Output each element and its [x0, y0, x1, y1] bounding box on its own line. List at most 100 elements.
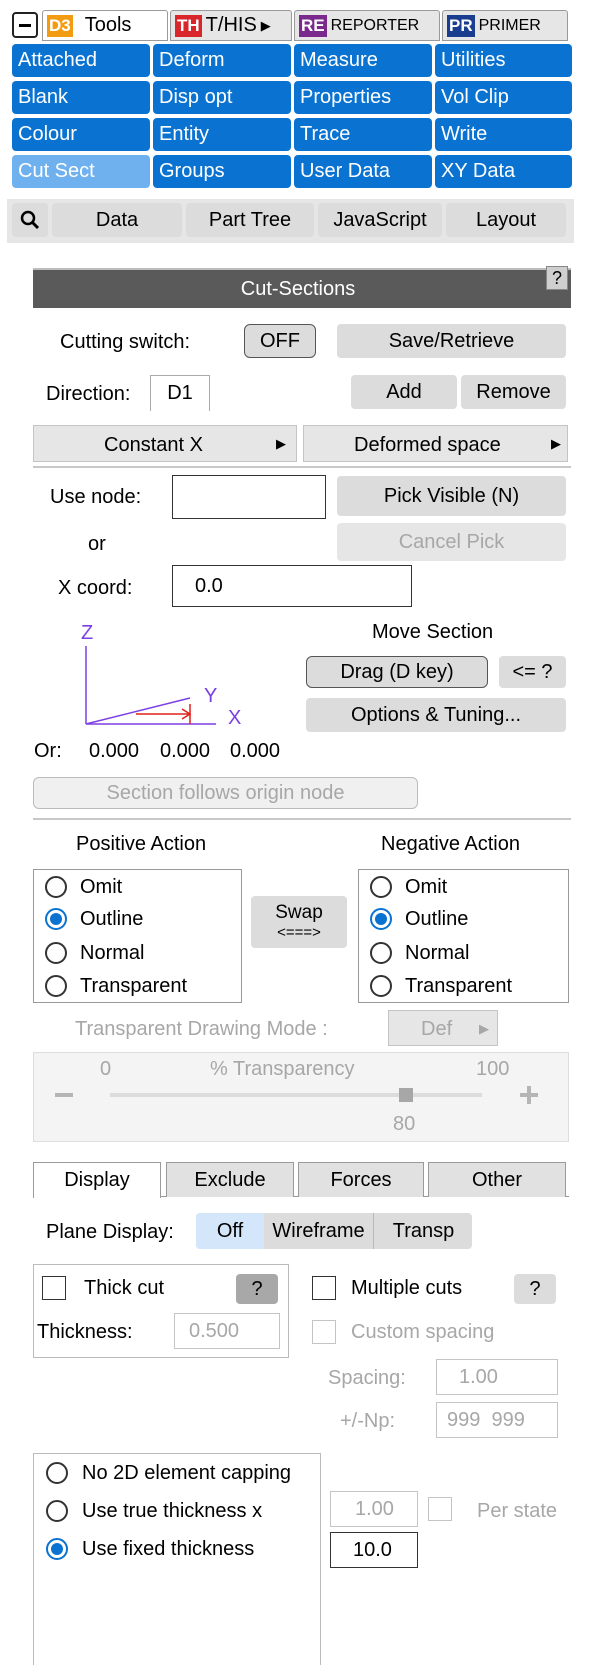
plus-icon[interactable]: [520, 1086, 538, 1104]
layout-button[interactable]: Layout: [446, 203, 566, 237]
section-follows-origin-button[interactable]: Section follows origin node: [33, 777, 418, 809]
positive-outline-radio[interactable]: [45, 908, 67, 930]
divider: [33, 818, 571, 820]
minimize-button[interactable]: [12, 12, 38, 38]
tab-other[interactable]: Other: [428, 1162, 566, 1197]
positive-transparent-label: Transparent: [80, 975, 188, 997]
le-button[interactable]: <= ?: [499, 656, 566, 688]
positive-normal-radio[interactable]: [45, 942, 67, 964]
move-section-label: Move Section: [372, 621, 494, 643]
menu-trace[interactable]: Trace: [294, 118, 432, 151]
origin-x: 0.000: [89, 740, 140, 762]
swap-button[interactable]: Swap <===>: [251, 896, 347, 948]
tab-tools[interactable]: D3 Tools: [42, 10, 168, 41]
spacing-label: Spacing:: [328, 1367, 406, 1389]
menu-write[interactable]: Write: [435, 118, 572, 151]
pick-visible-button[interactable]: Pick Visible (N): [337, 476, 566, 516]
remove-button[interactable]: Remove: [461, 375, 566, 409]
fixed-thickness-label: Use fixed thickness: [82, 1538, 255, 1560]
tab-forces[interactable]: Forces: [298, 1162, 424, 1197]
cutting-switch-toggle[interactable]: OFF: [244, 324, 316, 358]
true-thickness-radio[interactable]: [46, 1500, 68, 1522]
negative-normal-radio[interactable]: [370, 942, 392, 964]
positive-omit-radio[interactable]: [45, 876, 67, 898]
thickness-input[interactable]: 0.500: [174, 1313, 280, 1349]
custom-spacing-checkbox[interactable]: [312, 1320, 336, 1344]
plane-option-transp[interactable]: Transp: [375, 1213, 472, 1249]
search-button[interactable]: [12, 203, 48, 237]
help-button[interactable]: ?: [546, 266, 568, 290]
axis-y-label: Y: [204, 685, 218, 707]
fixed-thickness-input[interactable]: 10.0: [330, 1532, 418, 1568]
thick-cut-help-button[interactable]: ?: [236, 1274, 278, 1304]
part-tree-button[interactable]: Part Tree: [186, 203, 314, 237]
direction-tab[interactable]: D1: [150, 375, 210, 411]
data-button[interactable]: Data: [52, 203, 182, 237]
menu-cut-sect[interactable]: Cut Sect: [12, 155, 150, 188]
options-tuning-button[interactable]: Options & Tuning...: [306, 698, 566, 732]
minus-icon[interactable]: [55, 1093, 73, 1097]
panel-title: Cut-Sections: [240, 278, 356, 300]
positive-outline-label: Outline: [80, 908, 144, 930]
multiple-cuts-help-button[interactable]: ?: [514, 1274, 556, 1304]
pr-logo-icon: PR: [447, 14, 475, 37]
save-retrieve-button[interactable]: Save/Retrieve: [337, 324, 566, 358]
np-input[interactable]: 999 999: [436, 1402, 558, 1438]
negative-outline-radio[interactable]: [370, 908, 392, 930]
menu-utilities[interactable]: Utilities: [435, 44, 572, 77]
menu-user-data[interactable]: User Data: [294, 155, 432, 188]
tab-exclude[interactable]: Exclude: [166, 1162, 294, 1197]
menu-groups[interactable]: Groups: [153, 155, 291, 188]
thick-cut-checkbox[interactable]: [42, 1276, 66, 1300]
tab-this[interactable]: TH T/HIS ▶: [170, 10, 292, 41]
x-coord-input[interactable]: 0.0: [172, 565, 412, 607]
fixed-thickness-radio[interactable]: [46, 1538, 68, 1560]
transparent-mode-dropdown[interactable]: Def ▶: [388, 1010, 498, 1046]
positive-transparent-radio[interactable]: [45, 975, 67, 997]
d3-logo-icon: D3: [47, 14, 73, 37]
cancel-pick-button[interactable]: Cancel Pick: [337, 523, 566, 561]
negative-outline-label: Outline: [405, 908, 469, 930]
add-button[interactable]: Add: [351, 375, 457, 409]
origin-z: 0.000: [230, 740, 281, 762]
plane-option-wireframe[interactable]: Wireframe: [264, 1213, 374, 1249]
space-dropdown[interactable]: Deformed space ▶: [303, 425, 568, 462]
spacing-input[interactable]: 1.00: [436, 1359, 558, 1395]
menu-disp-opt[interactable]: Disp opt: [153, 81, 291, 114]
negative-omit-radio[interactable]: [370, 876, 392, 898]
tab-primer[interactable]: PR PRIMER: [442, 10, 568, 41]
drag-button[interactable]: Drag (D key): [306, 656, 488, 688]
plane-option-off[interactable]: Off: [196, 1213, 264, 1249]
javascript-button[interactable]: JavaScript: [318, 203, 442, 237]
multiple-cuts-checkbox[interactable]: [312, 1276, 336, 1300]
tab-reporter[interactable]: RE REPORTER: [294, 10, 440, 41]
re-logo-icon: RE: [299, 14, 327, 37]
tab-display[interactable]: Display: [33, 1162, 161, 1198]
menu-vol-clip[interactable]: Vol Clip: [435, 81, 572, 114]
menu-colour[interactable]: Colour: [12, 118, 150, 151]
true-thickness-input[interactable]: 1.00: [330, 1491, 418, 1527]
negative-normal-label: Normal: [405, 942, 470, 964]
axis-x-label: X: [228, 707, 242, 729]
transparency-thumb[interactable]: [399, 1088, 413, 1102]
custom-spacing-label: Custom spacing: [351, 1321, 495, 1343]
constant-dropdown[interactable]: Constant X ▶: [33, 425, 297, 462]
menu-xy-data[interactable]: XY Data: [435, 155, 572, 188]
true-thickness-label: Use true thickness x: [82, 1500, 263, 1522]
transparency-track[interactable]: [110, 1093, 482, 1097]
menu-deform[interactable]: Deform: [153, 44, 291, 77]
menu-blank[interactable]: Blank: [12, 81, 150, 114]
menu-measure[interactable]: Measure: [294, 44, 432, 77]
use-node-label: Use node:: [50, 486, 142, 508]
menu-entity[interactable]: Entity: [153, 118, 291, 151]
menu-attached[interactable]: Attached: [12, 44, 150, 77]
per-state-checkbox[interactable]: [428, 1497, 452, 1521]
negative-action-label: Negative Action: [381, 833, 520, 855]
menu-properties[interactable]: Properties: [294, 81, 432, 114]
search-icon: [20, 210, 40, 230]
use-node-input[interactable]: [172, 475, 326, 519]
multiple-cuts-label: Multiple cuts: [351, 1277, 463, 1299]
menu-grid: Attached Deform Measure Utilities Blank …: [12, 44, 572, 200]
no-capping-radio[interactable]: [46, 1462, 68, 1484]
negative-transparent-radio[interactable]: [370, 975, 392, 997]
